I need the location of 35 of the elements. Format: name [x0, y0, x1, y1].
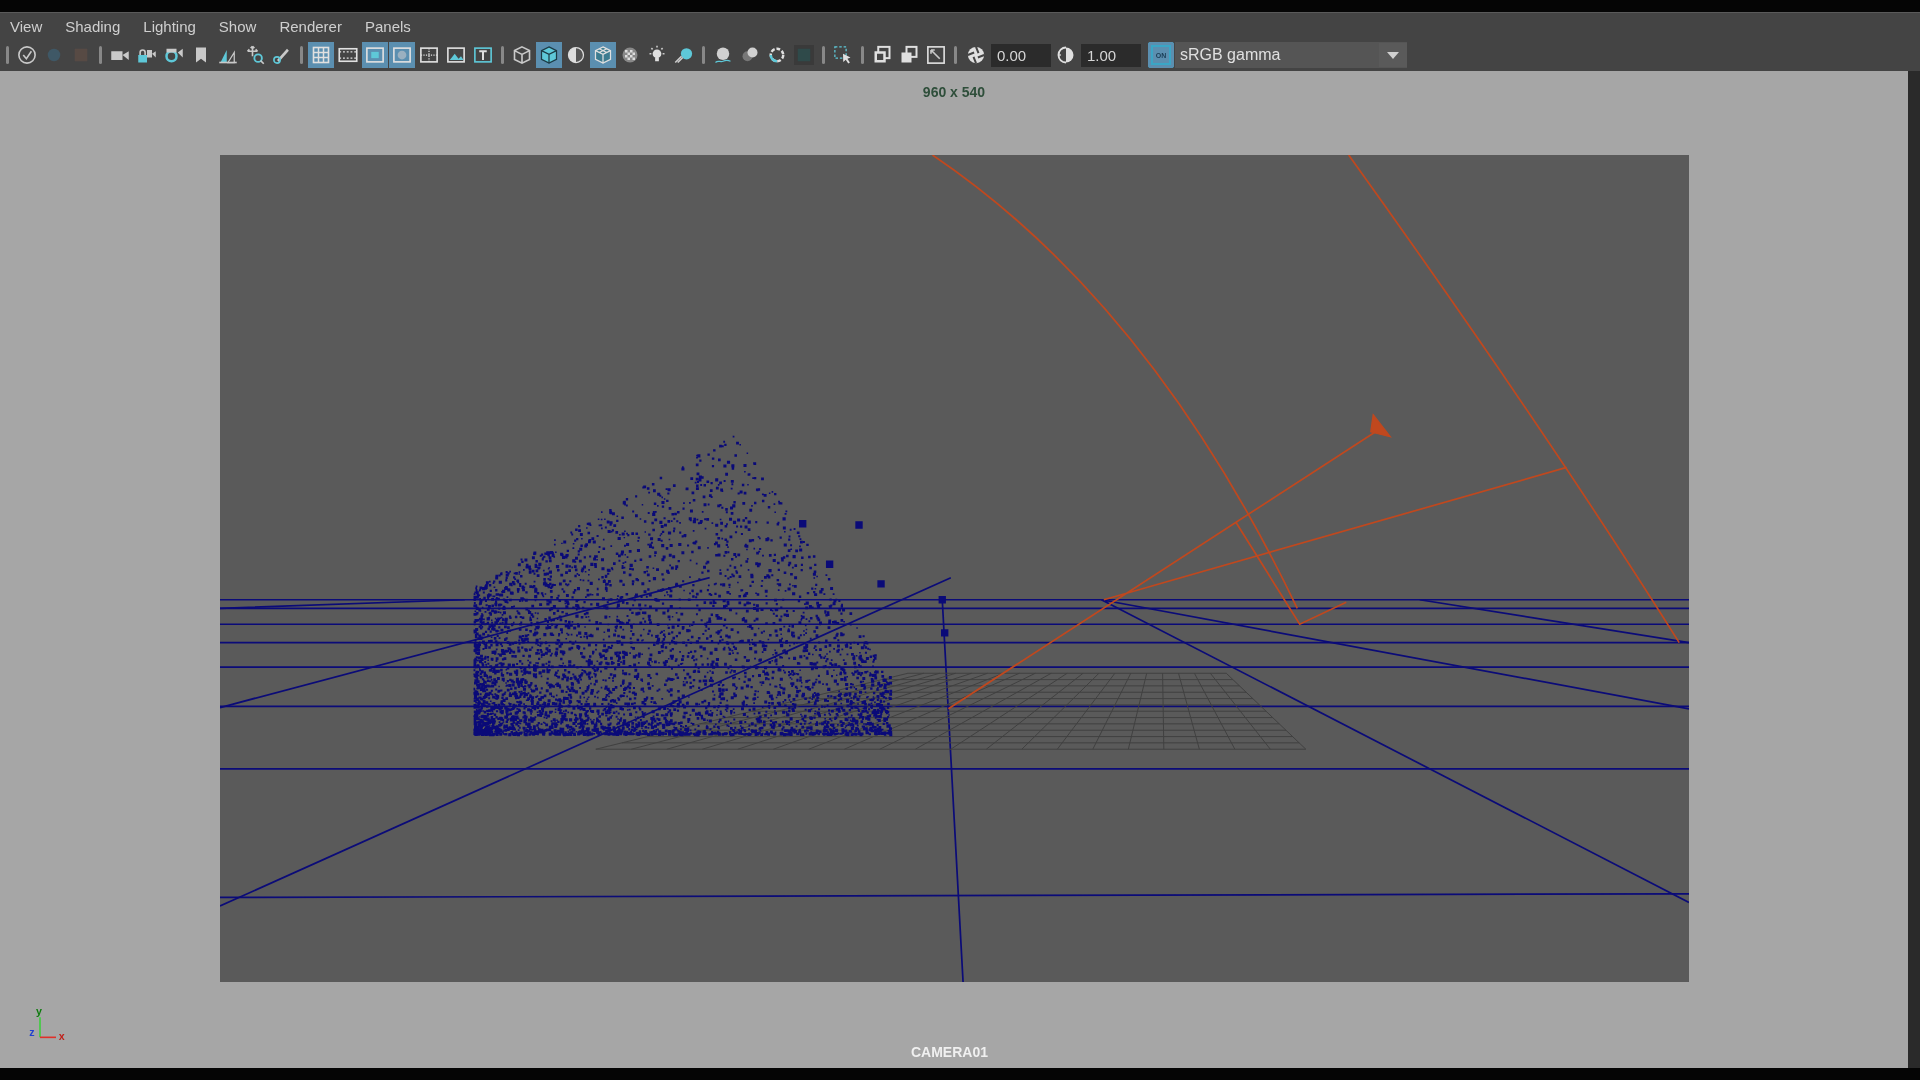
aperture-icon: [966, 45, 986, 65]
dashed-ring-icon: [767, 45, 787, 65]
wireframe-shaded-cube-icon: [593, 45, 613, 65]
sphere-shadow-icon: [674, 45, 694, 65]
view-transform-dropdown[interactable]: sRGB gamma: [1175, 42, 1407, 68]
check-circle-icon: [17, 45, 37, 65]
text-frame-icon: [473, 45, 493, 65]
toolbar-button[interactable]: [590, 42, 616, 68]
stacked-squares-icon: [872, 45, 892, 65]
contrast-icon: [1056, 45, 1076, 65]
gamma-field[interactable]: 1.00: [1081, 43, 1141, 67]
resolution-label: 960 x 540: [922, 84, 986, 100]
menu-item[interactable]: Shading: [65, 17, 121, 35]
sphere-icon: [713, 45, 733, 65]
menu-item[interactable]: Renderer: [279, 17, 342, 35]
exposure-field[interactable]: 0.00: [991, 43, 1051, 67]
wireframe-cube-icon: [512, 45, 532, 65]
circle-gate-icon: [392, 45, 412, 65]
magnify-move-icon: [245, 45, 265, 65]
shaded-cube-icon: [539, 45, 559, 65]
camera-name: CAMERA01: [911, 1044, 988, 1060]
overlap-squares-icon: [899, 45, 919, 65]
menu-item[interactable]: Show: [218, 17, 257, 35]
grid-icon: [311, 45, 331, 65]
menu-item[interactable]: Panels: [364, 17, 411, 35]
menu-item[interactable]: Lighting: [143, 17, 196, 35]
field-chart-icon: [419, 45, 439, 65]
select-box-icon: [833, 45, 853, 65]
menu-item[interactable]: View: [10, 17, 43, 35]
toolbar-button[interactable]: [536, 42, 562, 68]
gate-icon: [365, 45, 385, 65]
picture-icon: [446, 45, 466, 65]
film-strip-icon: [338, 45, 358, 65]
checker-icon: [620, 45, 640, 65]
half-sphere-icon: [566, 45, 586, 65]
